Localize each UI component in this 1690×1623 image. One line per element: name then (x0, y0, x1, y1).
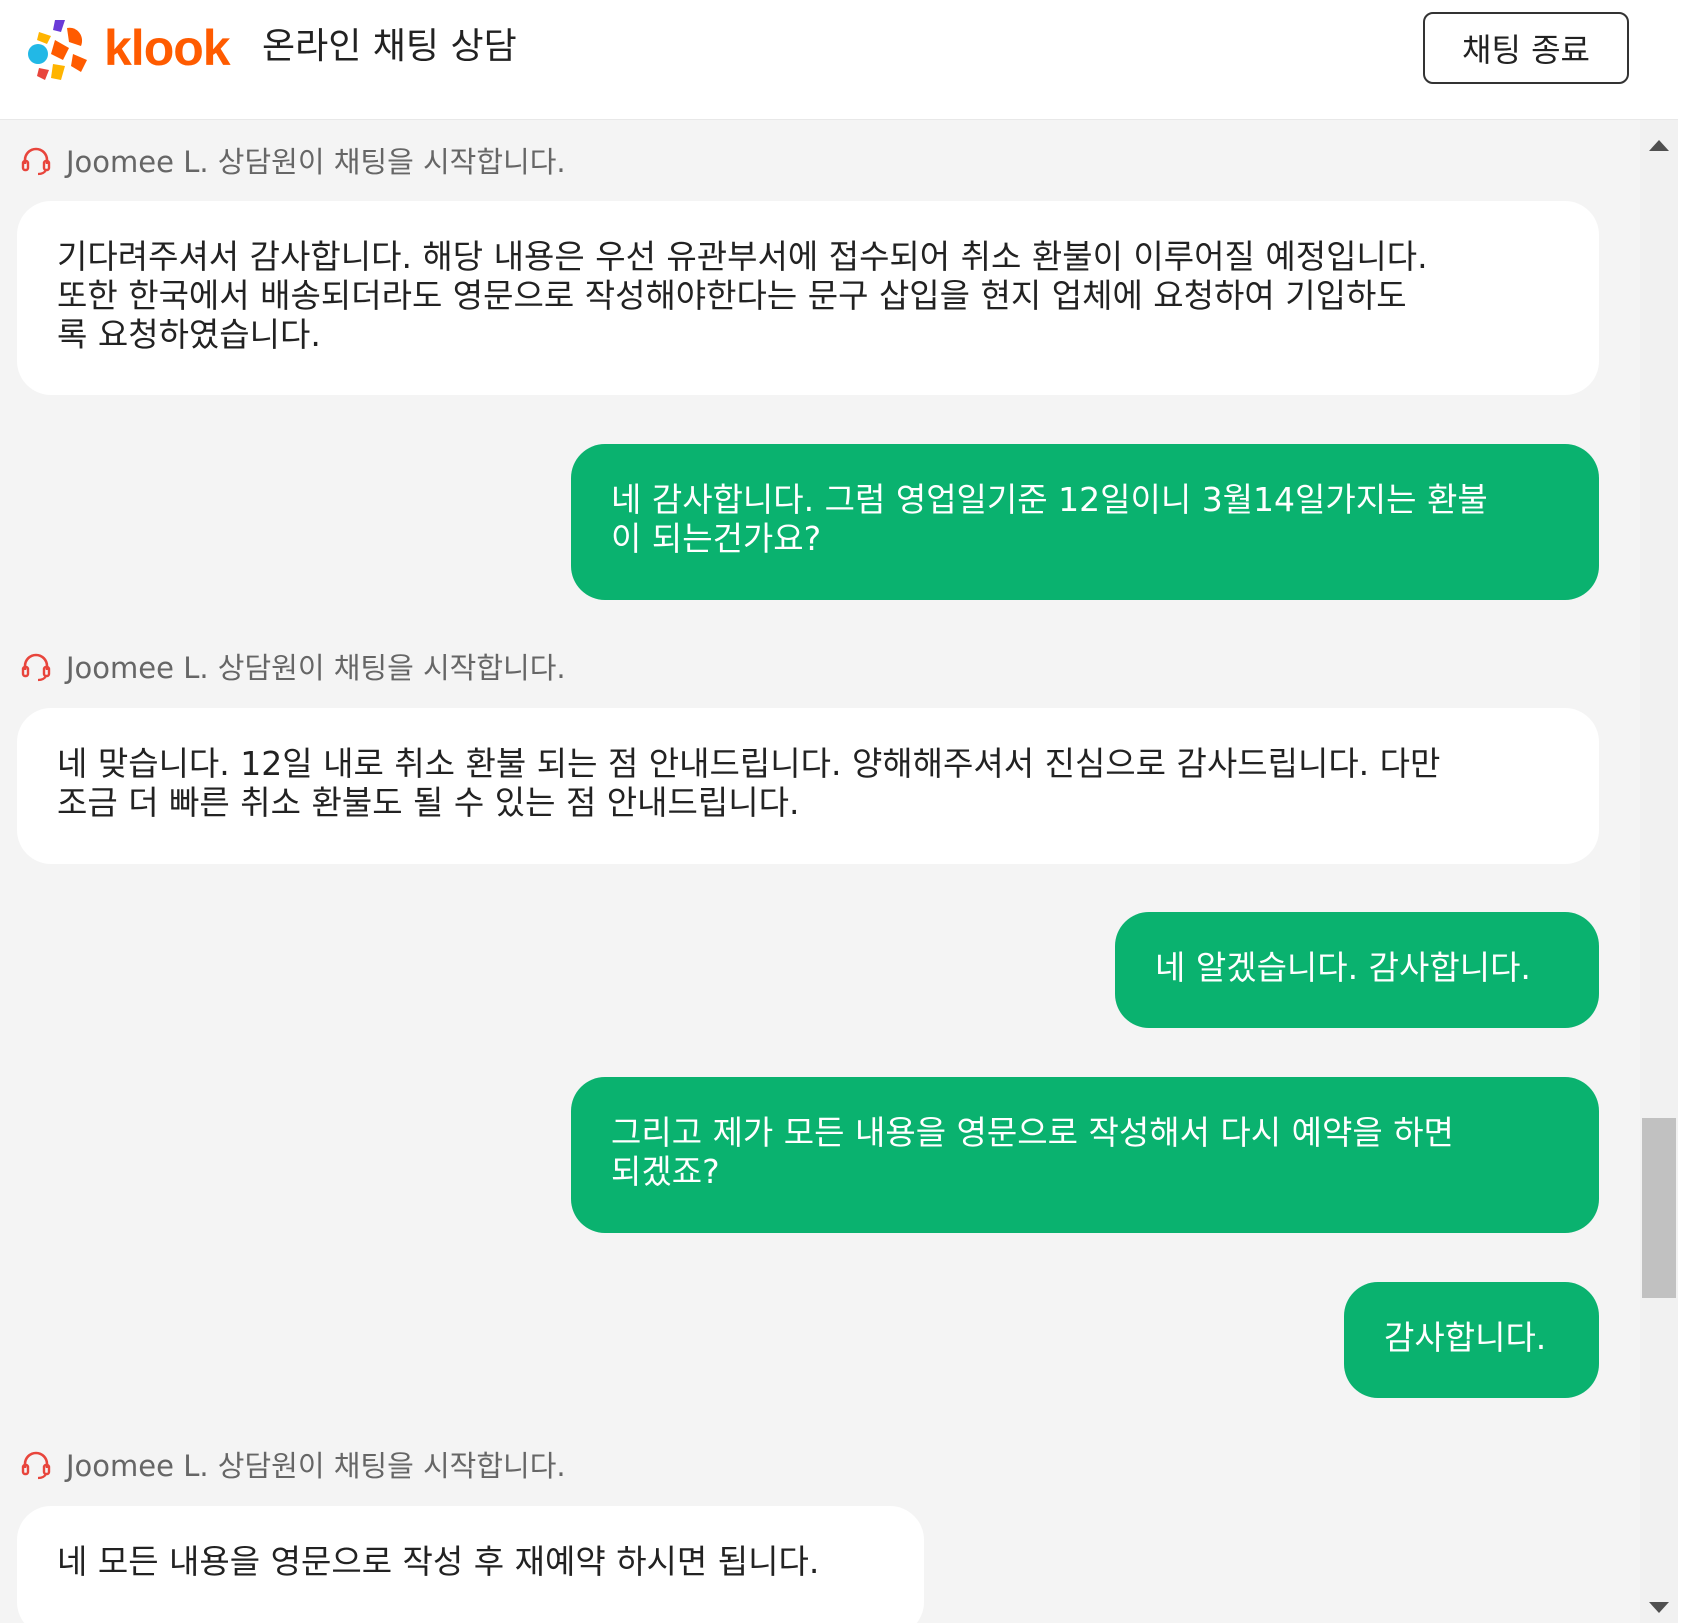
agent-notice-text: Joomee L. 상담원이 채팅을 시작합니다. (66, 651, 566, 685)
user-message: 그리고 제가 모든 내용을 영문으로 작성해서 다시 예약을 하면 되겠죠? (571, 1077, 1599, 1233)
page-title: 온라인 채팅 상담 (262, 26, 517, 67)
scroll-down-arrow-icon[interactable] (1649, 1602, 1669, 1613)
message-line: 조금 더 빠른 취소 환불도 될 수 있는 점 안내드립니다. (57, 783, 800, 822)
headset-icon (21, 1451, 51, 1480)
message-line: 록 요청하였습니다. (57, 315, 321, 354)
message-line: 되겠죠? (611, 1152, 720, 1191)
user-message: 네 알겠습니다. 감사합니다. (1115, 912, 1599, 1028)
message-line: 또한 한국에서 배송되더라도 영문으로 작성해야한다는 문구 삽입을 현지 업체… (57, 276, 1407, 315)
agent-message: 네 맞습니다. 12일 내로 취소 환불 되는 점 안내드립니다. 양해해주셔서… (17, 708, 1599, 864)
message-line: 이 되는건가요? (611, 519, 822, 558)
header: klook 온라인 채팅 상담 채팅 종료 (0, 0, 1678, 120)
headset-icon (21, 653, 51, 682)
scroll-up-arrow-icon[interactable] (1649, 140, 1669, 151)
message-line: 기다려주셔서 감사합니다. 해당 내용은 우선 유관부서에 접수되어 취소 환불… (57, 237, 1428, 276)
end-chat-button[interactable]: 채팅 종료 (1423, 12, 1629, 84)
window-edge (1678, 0, 1690, 1623)
agent-notice-text: Joomee L. 상담원이 채팅을 시작합니다. (66, 145, 566, 179)
message-line: 네 알겠습니다. 감사합니다. (1155, 948, 1531, 987)
scrollbar[interactable] (1640, 120, 1678, 1623)
agent-notice-text: Joomee L. 상담원이 채팅을 시작합니다. (66, 1449, 566, 1483)
message-line: 네 감사합니다. 그럼 영업일기준 12일이니 3월14일가지는 환불 (611, 480, 1488, 519)
user-message: 감사합니다. (1344, 1282, 1599, 1398)
headset-icon (21, 147, 51, 176)
chat-window: klook 온라인 채팅 상담 채팅 종료 Joomee L. 상담원이 채팅을… (0, 0, 1690, 1623)
agent-notice: Joomee L. 상담원이 채팅을 시작합니다. (20, 138, 566, 182)
agent-message: 네 모든 내용을 영문으로 작성 후 재예약 하시면 됩니다. (17, 1506, 924, 1623)
klook-logo-icon (28, 20, 87, 80)
message-line: 네 모든 내용을 영문으로 작성 후 재예약 하시면 됩니다. (57, 1542, 820, 1581)
scroll-thumb[interactable] (1642, 1118, 1676, 1298)
agent-notice: Joomee L. 상담원이 채팅을 시작합니다. (20, 644, 566, 688)
message-line: 그리고 제가 모든 내용을 영문으로 작성해서 다시 예약을 하면 (611, 1113, 1454, 1152)
message-line: 네 맞습니다. 12일 내로 취소 환불 되는 점 안내드립니다. 양해해주셔서… (57, 744, 1441, 783)
brand-name: klook (104, 20, 231, 76)
agent-message: 기다려주셔서 감사합니다. 해당 내용은 우선 유관부서에 접수되어 취소 환불… (17, 201, 1599, 395)
agent-notice: Joomee L. 상담원이 채팅을 시작합니다. (20, 1442, 566, 1486)
message-line: 감사합니다. (1384, 1318, 1547, 1357)
chat-messages: Joomee L. 상담원이 채팅을 시작합니다. 기다려주셔서 감사합니다. … (0, 120, 1640, 1623)
user-message: 네 감사합니다. 그럼 영업일기준 12일이니 3월14일가지는 환불 이 되는… (571, 444, 1599, 600)
